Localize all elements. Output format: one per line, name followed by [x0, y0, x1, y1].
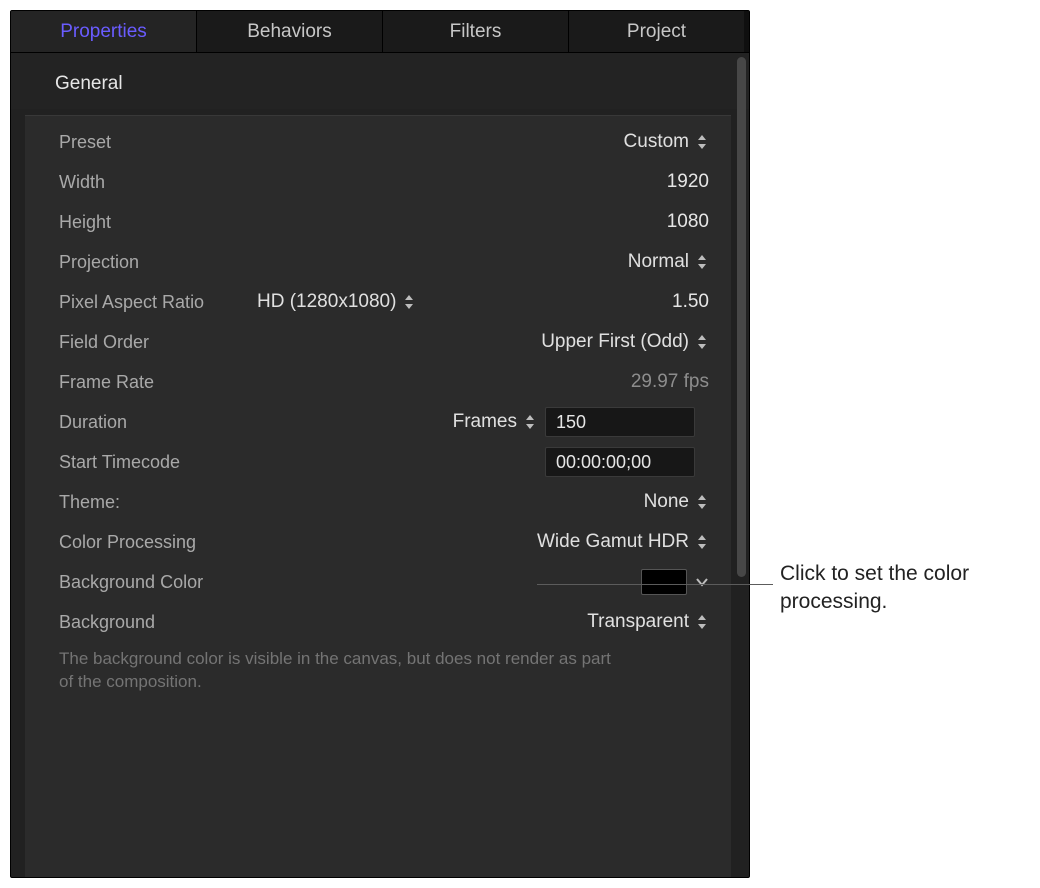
- updown-icon: [695, 333, 709, 351]
- stage: Properties Behaviors Filters Project Gen…: [0, 0, 1040, 888]
- updown-icon: [695, 613, 709, 631]
- row-height: Height 1080: [37, 202, 719, 242]
- section-title-general: General: [11, 53, 749, 109]
- projection-value: Normal: [628, 251, 689, 273]
- start-timecode-input[interactable]: 00:00:00;00: [545, 447, 695, 477]
- label-background: Background: [37, 612, 237, 633]
- label-bg-color: Background Color: [37, 572, 237, 593]
- label-par: Pixel Aspect Ratio: [37, 292, 217, 313]
- updown-icon: [695, 533, 709, 551]
- row-theme: Theme: None: [37, 482, 719, 522]
- par-dropdown[interactable]: HD (1280x1080): [257, 291, 416, 313]
- theme-value: None: [644, 491, 689, 513]
- label-field-order: Field Order: [37, 332, 237, 353]
- scrollbar-thumb[interactable]: [737, 57, 746, 577]
- general-content: Preset Custom Width 1920: [25, 115, 731, 877]
- row-start-timecode: Start Timecode 00:00:00;00: [37, 442, 719, 482]
- updown-icon: [402, 293, 416, 311]
- label-duration: Duration: [37, 412, 237, 433]
- inspector-panel: Properties Behaviors Filters Project Gen…: [10, 10, 750, 878]
- par-value[interactable]: 1.50: [672, 291, 709, 313]
- label-width: Width: [37, 172, 237, 193]
- callout-text: Click to set the color processing.: [780, 560, 1020, 617]
- row-background-color: Background Color: [37, 562, 719, 602]
- label-start-tc: Start Timecode: [37, 452, 237, 473]
- updown-icon: [695, 133, 709, 151]
- preset-value: Custom: [624, 131, 689, 153]
- label-projection: Projection: [37, 252, 237, 273]
- row-pixel-aspect-ratio: Pixel Aspect Ratio HD (1280x1080) 1.50: [37, 282, 719, 322]
- duration-units-value: Frames: [453, 411, 517, 433]
- tab-properties[interactable]: Properties: [11, 11, 197, 52]
- tab-spacer: [744, 11, 749, 52]
- duration-input[interactable]: 150: [545, 407, 695, 437]
- field-order-dropdown[interactable]: Upper First (Odd): [541, 331, 709, 353]
- row-duration: Duration Frames 150: [37, 402, 719, 442]
- background-footnote: The background color is visible in the c…: [37, 642, 627, 694]
- width-value[interactable]: 1920: [667, 171, 709, 193]
- scrollbar[interactable]: [737, 57, 746, 877]
- tab-behaviors[interactable]: Behaviors: [197, 11, 383, 52]
- color-processing-dropdown[interactable]: Wide Gamut HDR: [537, 531, 709, 553]
- height-value[interactable]: 1080: [667, 211, 709, 233]
- updown-icon: [523, 413, 537, 431]
- color-processing-value: Wide Gamut HDR: [537, 531, 689, 553]
- projection-dropdown[interactable]: Normal: [628, 251, 709, 273]
- tab-project[interactable]: Project: [569, 11, 744, 52]
- label-height: Height: [37, 212, 237, 233]
- label-color-processing: Color Processing: [37, 532, 237, 553]
- label-frame-rate: Frame Rate: [37, 372, 237, 393]
- start-tc-value: 00:00:00;00: [556, 452, 651, 473]
- row-projection: Projection Normal: [37, 242, 719, 282]
- duration-units-dropdown[interactable]: Frames: [453, 411, 537, 433]
- par-menu-value: HD (1280x1080): [257, 291, 396, 313]
- tab-filters[interactable]: Filters: [383, 11, 569, 52]
- row-width: Width 1920: [37, 162, 719, 202]
- updown-icon: [695, 493, 709, 511]
- row-field-order: Field Order Upper First (Odd): [37, 322, 719, 362]
- background-value: Transparent: [587, 611, 689, 633]
- label-theme: Theme:: [37, 492, 237, 513]
- row-background: Background Transparent: [37, 602, 719, 642]
- row-color-processing: Color Processing Wide Gamut HDR: [37, 522, 719, 562]
- label-preset: Preset: [37, 132, 237, 153]
- theme-dropdown[interactable]: None: [644, 491, 709, 513]
- background-dropdown[interactable]: Transparent: [587, 611, 709, 633]
- updown-icon: [695, 253, 709, 271]
- chevron-down-icon[interactable]: [695, 573, 709, 591]
- bg-color-swatch[interactable]: [641, 569, 687, 595]
- callout-leader-line: [537, 584, 773, 585]
- preset-dropdown[interactable]: Custom: [624, 131, 709, 153]
- row-preset: Preset Custom: [37, 122, 719, 162]
- row-frame-rate: Frame Rate 29.97 fps: [37, 362, 719, 402]
- field-order-value: Upper First (Odd): [541, 331, 689, 353]
- duration-value: 150: [556, 412, 586, 433]
- tab-bar: Properties Behaviors Filters Project: [11, 11, 749, 53]
- frame-rate-value: 29.97 fps: [631, 371, 709, 393]
